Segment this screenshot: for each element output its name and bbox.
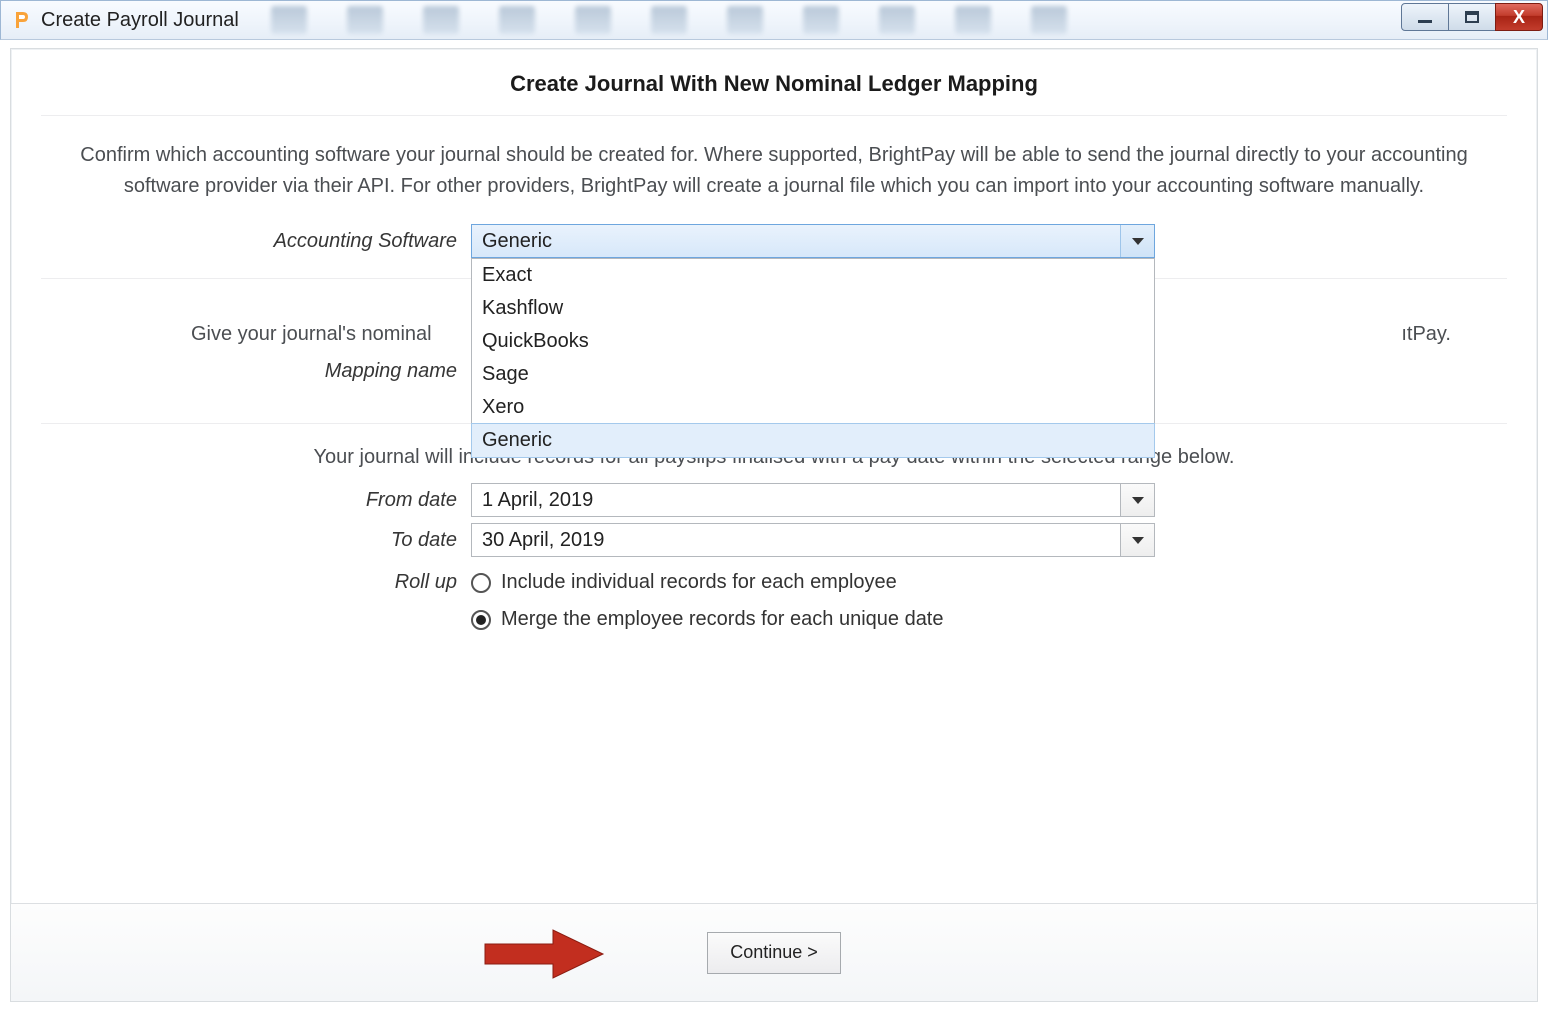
separator [41, 115, 1507, 116]
rollup-row-1: Roll up Include individual records for e… [41, 567, 1507, 598]
mapping-name-label: Mapping name [41, 360, 471, 383]
dialog-footer: Continue > [11, 903, 1537, 1001]
to-date-combo[interactable]: 30 April, 2019 [471, 523, 1155, 557]
page-title: Create Journal With New Nominal Ledger M… [41, 71, 1507, 97]
mapping-desc-right-fragment: ıtPay. [1401, 323, 1451, 346]
close-button[interactable]: X [1495, 3, 1543, 31]
dropdown-option-generic[interactable]: Generic [471, 423, 1155, 458]
dropdown-option-quickbooks[interactable]: QuickBooks [472, 325, 1154, 358]
dropdown-option-kashflow[interactable]: Kashflow [472, 292, 1154, 325]
window-title: Create Payroll Journal [41, 9, 239, 32]
accounting-software-combo[interactable]: Generic [471, 224, 1155, 258]
dialog-content: Create Journal With New Nominal Ledger M… [11, 49, 1537, 903]
rollup-option-merge: Merge the employee records for each uniq… [501, 608, 944, 631]
dropdown-option-exact[interactable]: Exact [472, 259, 1154, 292]
chevron-down-icon [1120, 524, 1154, 556]
window-buttons: X [1402, 3, 1543, 31]
to-date-value: 30 April, 2019 [472, 529, 604, 552]
continue-button-label: Continue > [730, 942, 818, 963]
dialog-card: Create Journal With New Nominal Ledger M… [10, 48, 1538, 1002]
rollup-radio-individual[interactable] [471, 573, 491, 593]
annotation-arrow-icon [481, 926, 607, 987]
dropdown-option-sage[interactable]: Sage [472, 358, 1154, 391]
minimize-icon [1418, 20, 1432, 23]
accounting-software-label: Accounting Software [41, 230, 471, 253]
accounting-software-value: Generic [472, 230, 552, 253]
rollup-label: Roll up [41, 571, 471, 594]
rollup-option-individual: Include individual records for each empl… [501, 571, 897, 594]
from-date-value: 1 April, 2019 [472, 489, 593, 512]
titlebar: Create Payroll Journal X [0, 0, 1548, 40]
chevron-down-icon [1120, 225, 1154, 257]
rollup-row-2: Merge the employee records for each uniq… [41, 604, 1507, 635]
maximize-icon [1465, 11, 1479, 23]
from-date-combo[interactable]: 1 April, 2019 [471, 483, 1155, 517]
intro-text: Confirm which accounting software your j… [47, 140, 1501, 202]
app-icon [11, 9, 33, 31]
dropdown-option-xero[interactable]: Xero [472, 391, 1154, 424]
continue-button[interactable]: Continue > [707, 932, 841, 974]
rollup-radio-merge[interactable] [471, 610, 491, 630]
maximize-button[interactable] [1448, 3, 1496, 31]
from-date-label: From date [41, 489, 471, 512]
from-date-row: From date 1 April, 2019 [41, 483, 1507, 517]
close-icon: X [1513, 7, 1525, 28]
accounting-software-row: Accounting Software Generic Exact Kashfl… [41, 224, 1507, 258]
titlebar-blur-bg [271, 1, 1387, 39]
chevron-down-icon [1120, 484, 1154, 516]
mapping-desc-left: Give your journal's nominal [191, 323, 432, 345]
to-date-label: To date [41, 529, 471, 552]
minimize-button[interactable] [1401, 3, 1449, 31]
accounting-software-dropdown: Exact Kashflow QuickBooks Sage Xero Gene… [471, 258, 1155, 458]
to-date-row: To date 30 April, 2019 [41, 523, 1507, 557]
